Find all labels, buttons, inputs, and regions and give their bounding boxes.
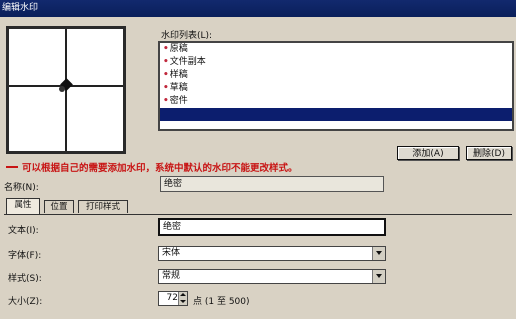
watermark-item-label: 原稿 (169, 44, 188, 54)
position-dot-icon (59, 86, 65, 92)
bullet-icon: • (163, 44, 169, 54)
add-watermark-button[interactable]: 添加(A) (397, 146, 459, 160)
text-label: 文本(I): (8, 226, 39, 236)
name-label: 名称(N): (4, 183, 39, 193)
style-label: 样式(S): (8, 274, 42, 284)
spinner-icon[interactable] (178, 292, 187, 305)
size-value: 72 (166, 293, 178, 303)
bullet-icon: • (163, 96, 169, 106)
font-select[interactable]: 宋体 (158, 246, 386, 261)
tab-position[interactable]: 位置 (44, 200, 74, 213)
watermark-item-label: 密件 (169, 96, 188, 106)
watermark-list-item[interactable]: •原稿 (160, 43, 512, 56)
bullet-icon: • (163, 57, 169, 67)
tab-properties[interactable]: 属性 (6, 198, 40, 214)
annotation-text: 可以根据自己的需要添加水印，系统中默认的水印不能更改样式。 (22, 163, 298, 174)
watermark-list-item[interactable]: •文件副本 (160, 56, 512, 69)
watermark-position-preview[interactable] (6, 26, 126, 154)
watermark-item-label: 草稿 (169, 83, 188, 93)
watermark-item-label: 样稿 (169, 70, 188, 80)
bullet-icon: • (163, 70, 169, 80)
tab-print-style[interactable]: 打印样式 (78, 200, 128, 213)
delete-watermark-button[interactable]: 删除(D) (466, 146, 512, 160)
font-select-value: 宋体 (162, 248, 181, 258)
size-unit-hint: 点 (1 至 500) (193, 297, 250, 307)
watermark-list[interactable]: •原稿 •文件副本 •样稿 •草稿 •密件 (158, 41, 514, 131)
chevron-down-icon[interactable] (372, 247, 385, 260)
watermark-list-item-selected[interactable] (160, 108, 512, 121)
font-label: 字体(F): (8, 251, 42, 261)
bullet-icon: • (163, 83, 169, 93)
edit-watermark-dialog: 编辑水印 水印列表(L): •原稿 •文件副本 •样稿 •草稿 •密件 添加(A… (0, 0, 516, 319)
annotation-pointer (6, 166, 18, 168)
size-label: 大小(Z): (8, 297, 43, 307)
dialog-title: 编辑水印 (0, 0, 516, 17)
watermark-list-item[interactable]: •密件 (160, 95, 512, 108)
watermark-item-label: 文件副本 (169, 57, 206, 67)
watermark-list-label: 水印列表(L): (161, 31, 213, 41)
watermark-list-item[interactable]: •样稿 (160, 69, 512, 82)
name-field[interactable]: 绝密 (160, 176, 384, 192)
watermark-list-item[interactable]: •草稿 (160, 82, 512, 95)
size-stepper[interactable]: 72 (158, 291, 188, 306)
chevron-down-icon[interactable] (372, 270, 385, 283)
style-select-value: 常规 (162, 271, 181, 281)
style-select[interactable]: 常规 (158, 269, 386, 284)
watermark-text-field[interactable]: 绝密 (158, 218, 386, 236)
